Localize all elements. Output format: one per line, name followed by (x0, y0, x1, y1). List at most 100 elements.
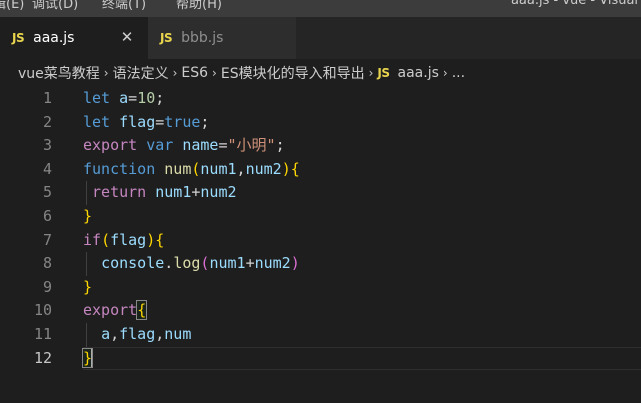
dot: . (164, 254, 174, 273)
code-line[interactable]: let flag=true; (83, 111, 641, 135)
identifier: num (164, 324, 192, 343)
chevron-right-icon: › (212, 66, 217, 80)
javascript-file-icon: JS (160, 31, 173, 45)
menu-item-terminal[interactable]: 终端(T) (102, 0, 146, 12)
paren: ) (281, 159, 291, 178)
comma: , (236, 159, 246, 178)
function-name: log (173, 254, 201, 273)
tab-bbb-js[interactable]: JS bbb.js (148, 17, 296, 59)
tab-bar: JS aaa.js ✕ JS bbb.js (0, 17, 641, 59)
line-number: 2 (42, 112, 52, 131)
keyword: let (83, 112, 111, 131)
paren: ( (101, 230, 111, 249)
menu-bar: 编辑(E) 调试(D) 终端(T) 帮助(H) aaa.js - vue - V… (0, 0, 641, 17)
line-number: 3 (42, 136, 52, 155)
code-lines[interactable]: let a=10; let flag=true; export var name… (81, 87, 641, 371)
identifier: num2 (200, 183, 237, 202)
code-line[interactable]: function num(num1,num2){ (83, 158, 641, 182)
tab-aaa-js[interactable]: JS aaa.js ✕ (0, 17, 148, 59)
identifier: a (119, 89, 129, 107)
parameter: num2 (245, 159, 282, 178)
keyword: export (83, 136, 138, 155)
keyword: if (83, 230, 102, 249)
code-line-current[interactable]: } (81, 347, 641, 371)
code-line[interactable]: console.log(num1+num2) (83, 252, 641, 276)
code-line[interactable]: if(flag){ (83, 229, 641, 253)
code-line[interactable]: } (83, 276, 641, 300)
code-line[interactable]: a,flag,num (83, 323, 641, 347)
tab-label: bbb.js (181, 30, 224, 46)
line-number: 9 (42, 277, 52, 296)
code-line[interactable]: return num1+num2 (83, 181, 641, 205)
breadcrumb: vue菜鸟教程 › 语法定义 › ES6 › ES模块化的导入和导出 › JS … (0, 59, 641, 87)
semicolon: ; (155, 89, 165, 107)
keyword: function (83, 159, 156, 178)
comma: , (110, 324, 120, 343)
line-number: 6 (42, 206, 52, 225)
chevron-right-icon: › (103, 66, 109, 80)
menu-item-debug[interactable]: 调试(D) (32, 0, 78, 12)
paren: ) (146, 230, 156, 249)
operator: + (245, 254, 255, 273)
comma: , (155, 324, 165, 343)
breadcrumb-item-file[interactable]: aaa.js (398, 65, 439, 81)
breadcrumb-item-symbols[interactable]: ... (452, 65, 465, 81)
identifier: flag (119, 112, 156, 131)
operator: = (155, 112, 165, 131)
line-number: 1 (42, 89, 52, 107)
keyword: var (146, 136, 174, 155)
semicolon: ; (275, 136, 285, 155)
identifier: num1 (209, 254, 246, 273)
identifier: name (182, 136, 219, 155)
chevron-right-icon: › (172, 66, 178, 80)
breadcrumb-item-syntax[interactable]: 语法定义 (113, 63, 169, 83)
brace: { (155, 230, 165, 249)
breadcrumb-item-modules[interactable]: ES模块化的导入和导出 (221, 63, 365, 83)
operator: = (128, 89, 138, 107)
breadcrumb-item-root[interactable]: vue菜鸟教程 (18, 63, 100, 83)
function-name: num (164, 159, 192, 178)
line-number: 4 (42, 159, 52, 178)
window-title: aaa.js - vue - Visual Studio Code (510, 0, 641, 8)
brace: { (290, 159, 300, 178)
line-number: 5 (42, 183, 52, 202)
line-number: 7 (42, 230, 52, 249)
paren: ) (290, 254, 300, 273)
chevron-right-icon: › (442, 66, 448, 80)
code-line[interactable]: let a=10; (83, 87, 641, 111)
breadcrumb-item-es6[interactable]: ES6 (181, 65, 208, 81)
boolean-literal: true (164, 112, 201, 131)
line-number: 10 (33, 301, 52, 320)
identifier: num2 (254, 254, 291, 273)
line-number-gutter: 1 2 3 4 5 6 7 8 9 10 11 12 (0, 87, 60, 370)
javascript-file-icon: JS (12, 31, 25, 45)
keyword: export (83, 301, 138, 320)
javascript-file-icon: JS (377, 66, 390, 80)
identifier: console (101, 254, 165, 273)
string-literal: "小明" (227, 136, 276, 155)
semicolon: ; (200, 112, 210, 131)
brace-matched: { (136, 300, 148, 321)
code-editor[interactable]: 1 2 3 4 5 6 7 8 9 10 11 12 let a=10; let… (0, 87, 641, 403)
tab-label: aaa.js (33, 30, 75, 46)
identifier: a (101, 324, 111, 343)
close-icon[interactable]: ✕ (118, 28, 136, 46)
keyword: return (92, 183, 147, 202)
code-line[interactable]: } (83, 205, 641, 229)
identifier: num1 (155, 183, 192, 202)
code-line[interactable]: export var name="小明"; (83, 134, 641, 158)
menu-item-edit[interactable]: 编辑(E) (0, 0, 24, 12)
operator: = (218, 136, 228, 155)
line-number-current: 12 (33, 348, 52, 367)
menu-item-help[interactable]: 帮助(H) (176, 0, 222, 12)
identifier: flag (119, 324, 156, 343)
chevron-right-icon: › (368, 66, 374, 80)
line-number: 11 (33, 324, 52, 343)
line-number: 8 (42, 254, 52, 273)
identifier: flag (110, 230, 147, 249)
parameter: num1 (200, 159, 237, 178)
brace: } (83, 206, 93, 225)
number-literal: 10 (137, 89, 156, 107)
code-line[interactable]: export{ (83, 299, 641, 323)
keyword: let (83, 89, 111, 107)
